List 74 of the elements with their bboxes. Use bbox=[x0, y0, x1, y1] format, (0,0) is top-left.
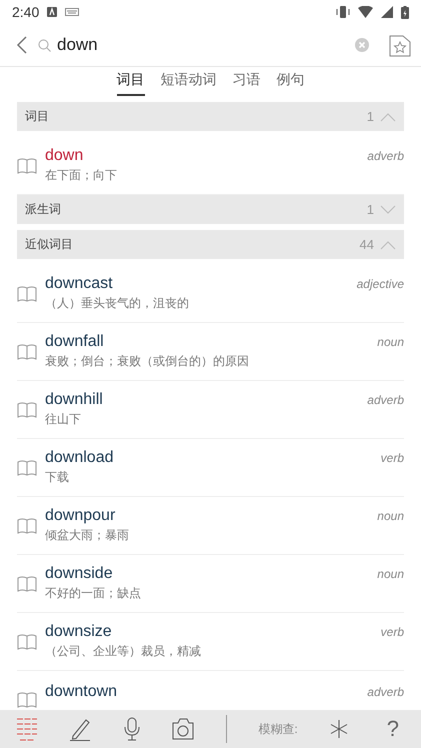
camera-icon[interactable] bbox=[172, 718, 194, 740]
book-icon bbox=[17, 460, 37, 476]
book-icon bbox=[17, 286, 37, 302]
section-count: 1 bbox=[366, 202, 374, 217]
keyboard-icon bbox=[65, 8, 80, 16]
list-icon[interactable] bbox=[16, 717, 38, 741]
tab[interactable]: 词目 bbox=[116, 71, 144, 96]
headword: downcast bbox=[45, 275, 113, 293]
entry-row[interactable]: downfall noun 衰败；倒台；衰败（或倒台的）的原因 bbox=[17, 323, 404, 381]
entry-row[interactable]: downsize verb （公司、企业等）裁员，精减 bbox=[17, 613, 404, 671]
part-of-speech: noun bbox=[377, 567, 404, 581]
tab[interactable]: 例句 bbox=[276, 71, 304, 96]
book-icon bbox=[17, 692, 37, 708]
status-time: 2:40 bbox=[12, 4, 40, 20]
part-of-speech: adverb bbox=[367, 149, 404, 163]
section-title: 词目 bbox=[25, 108, 49, 125]
book-icon bbox=[17, 576, 37, 592]
definition: 不好的一面；缺点 bbox=[45, 585, 142, 602]
definition: 衰败；倒台；衰败（或倒台的）的原因 bbox=[45, 353, 250, 370]
part-of-speech: adverb bbox=[367, 393, 404, 407]
entry-row[interactable]: downtown adverb bbox=[17, 671, 404, 710]
section-title: 派生词 bbox=[25, 201, 61, 218]
headword: downpour bbox=[45, 507, 116, 525]
battery-icon bbox=[401, 6, 409, 18]
headword: downtown bbox=[45, 682, 118, 700]
part-of-speech: verb bbox=[380, 451, 404, 465]
part-of-speech: noun bbox=[377, 335, 404, 349]
headword: download bbox=[45, 449, 114, 467]
asterisk-icon[interactable] bbox=[329, 719, 350, 739]
definition: （人）垂头丧气的，沮丧的 bbox=[45, 295, 190, 312]
wifi-icon bbox=[358, 6, 373, 18]
definition: 往山下 bbox=[45, 411, 82, 428]
entry-row[interactable]: downcast adjective （人）垂头丧气的，沮丧的 bbox=[17, 265, 404, 323]
favorites-star-icon[interactable] bbox=[389, 33, 411, 57]
part-of-speech: noun bbox=[377, 509, 404, 523]
entry-row[interactable]: downhill adverb 往山下 bbox=[17, 381, 404, 439]
headword: downsize bbox=[45, 623, 112, 641]
vibrate-icon bbox=[336, 6, 350, 18]
book-icon bbox=[17, 158, 37, 174]
entry-row[interactable]: downside noun 不好的一面；缺点 bbox=[17, 555, 404, 613]
signal-icon bbox=[381, 6, 393, 18]
search-icon bbox=[38, 38, 51, 52]
book-icon bbox=[17, 518, 37, 534]
pencil-icon[interactable] bbox=[69, 717, 92, 741]
entry-row[interactable]: download verb 下载 bbox=[17, 439, 404, 497]
definition: 倾盆大雨；暴雨 bbox=[45, 527, 130, 544]
microphone-icon[interactable] bbox=[122, 717, 141, 741]
part-of-speech: adverb bbox=[367, 684, 404, 698]
entry-row[interactable]: downpour noun 倾盆大雨；暴雨 bbox=[17, 497, 404, 555]
tab[interactable]: 习语 bbox=[232, 71, 260, 96]
book-icon bbox=[17, 344, 37, 360]
headword: downside bbox=[45, 565, 113, 583]
search-field[interactable]: down bbox=[38, 30, 345, 60]
definition: 下载 bbox=[45, 469, 70, 486]
back-icon[interactable] bbox=[16, 35, 28, 55]
book-icon bbox=[17, 402, 37, 418]
book-icon bbox=[17, 634, 37, 650]
headword: down bbox=[45, 147, 84, 165]
definition: （公司、企业等）裁员，精减 bbox=[45, 643, 202, 660]
section-count: 44 bbox=[360, 237, 374, 252]
section-header[interactable]: 近似词目 44 bbox=[17, 230, 404, 259]
headword: downhill bbox=[45, 391, 103, 409]
section-count: 1 bbox=[366, 109, 374, 124]
headword: downfall bbox=[45, 333, 104, 351]
notification-icon bbox=[47, 7, 58, 17]
part-of-speech: verb bbox=[380, 625, 404, 639]
tab[interactable]: 短语动词 bbox=[160, 71, 216, 96]
section-title: 近似词目 bbox=[25, 236, 73, 253]
definition: 在下面；向下 bbox=[45, 167, 118, 184]
fuzzy-search-label: 模糊查: bbox=[258, 720, 298, 738]
help-button[interactable]: ? bbox=[380, 716, 405, 742]
section-header[interactable]: 词目 1 bbox=[17, 102, 404, 131]
part-of-speech: adjective bbox=[356, 277, 404, 291]
section-header[interactable]: 派生词 1 bbox=[17, 195, 404, 224]
